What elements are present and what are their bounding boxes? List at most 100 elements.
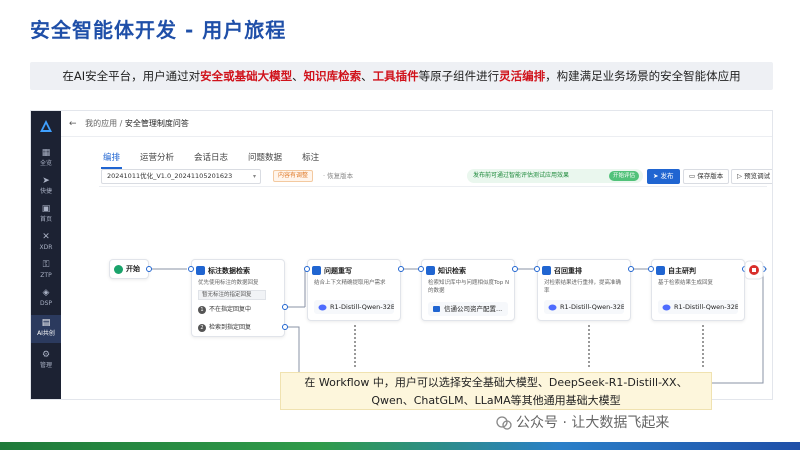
slide-subtitle: 在AI安全平台，用户通过对安全或基础大模型、知识库检索、工具插件等原子组件进行灵… — [30, 62, 773, 90]
chat-icon — [656, 266, 665, 275]
app-logo-icon — [40, 120, 52, 132]
workflow-canvas[interactable]: 开始 标注数据检索 优先使用标注的数据回复 暂无标注的指定回复 1 不在指定回复中… — [99, 193, 767, 397]
subtitle-highlight: 知识库检索 — [303, 69, 362, 83]
wechat-icon — [496, 416, 512, 430]
output-port[interactable] — [282, 304, 288, 310]
sidebar-item-label: XDR — [39, 244, 53, 251]
autonomous-judgment-node[interactable]: 自主研判 基于检索结果生成回复 R1-Distill-Qwen-32B — [651, 259, 745, 321]
lock-icon: ⚿ — [42, 260, 50, 270]
tab-orchestrate[interactable]: 编排 — [101, 149, 123, 169]
condition-row: 2 检索到指定回复 — [198, 322, 278, 334]
model-name: R1-Distill-Qwen-32B — [330, 303, 394, 311]
output-port[interactable] — [628, 266, 634, 272]
version-select[interactable]: 20241011优化_V1.0_20241105201623 ▾ — [101, 169, 261, 184]
save-version-label: 保存版本 — [697, 172, 724, 180]
whale-icon — [548, 304, 557, 311]
condition-label: 检索到指定回复 — [209, 324, 252, 331]
tab-issue-data[interactable]: 问题数据 — [246, 149, 284, 167]
sidebar-item-label: ZTP — [40, 272, 52, 279]
annotation-tag: 暂无标注的指定回复 — [198, 290, 266, 300]
sidebar-item-label: 管理 — [39, 362, 52, 369]
tab-annotation[interactable]: 标注 — [300, 149, 321, 167]
tab-session-log[interactable]: 会话日志 — [192, 149, 230, 167]
end-node[interactable] — [744, 260, 764, 280]
search-icon — [196, 266, 205, 275]
preview-debug-button[interactable]: ▷ 预览调试 — [731, 169, 772, 184]
sidebar-item-home[interactable]: ▣ 首页 — [31, 201, 61, 229]
status-badge: 内容有调整 — [273, 170, 314, 182]
node-title: 知识检索 — [438, 267, 466, 275]
evaluation-notice: 发布前可通过智能评估测试应用效果 开始评估 — [467, 169, 643, 183]
condition-row: 1 不在指定回复中 — [198, 304, 278, 316]
slide-title: 安全智能体开发 - 用户旅程 — [30, 18, 287, 42]
grid-icon: ▦ — [41, 148, 51, 158]
restore-version-link[interactable]: · 恢复版本 — [323, 169, 353, 183]
ai-icon: ▤ — [41, 318, 51, 328]
footer-bar — [0, 442, 800, 450]
node-desc: 优先使用标注的数据回复 — [198, 280, 259, 286]
knowledge-retrieval-node[interactable]: 知识检索 检索知识库中与问题相似度Top N的数据 信通公司资产配置... — [421, 259, 515, 321]
callout-line: 在 Workflow 中，用户可以选择安全基础大模型、DeepSeek-R1-D… — [304, 376, 688, 389]
sidebar-item-dsp[interactable]: ◈ DSP — [31, 285, 61, 313]
save-version-button[interactable]: ▭ 保存版本 — [683, 169, 730, 184]
sidebar-item-label: 首页 — [39, 216, 52, 223]
input-port[interactable] — [188, 266, 194, 272]
play-icon — [114, 265, 123, 274]
publish-label: 发布 — [660, 172, 674, 180]
database-icon — [433, 306, 440, 312]
recall-rerank-node[interactable]: 召回重排 对检索结果进行重排，提高准确率 R1-Distill-Qwen-32B — [537, 259, 631, 321]
subtitle-highlight: 工具插件 — [372, 69, 419, 83]
start-evaluation-button[interactable]: 开始评估 — [608, 171, 639, 181]
start-node[interactable]: 开始 — [109, 259, 149, 279]
sidebar-item-overview[interactable]: ▦ 全览 — [31, 145, 61, 173]
breadcrumb-root[interactable]: 我的应用 — [85, 119, 117, 128]
model-name: R1-Distill-Qwen-32B — [560, 303, 624, 311]
input-port[interactable] — [648, 266, 654, 272]
sidebar-item-ai[interactable]: ▤ AI共创 — [31, 315, 61, 343]
number-one-icon: 1 — [198, 305, 206, 314]
input-port[interactable] — [534, 266, 540, 272]
output-port[interactable] — [146, 266, 152, 272]
output-port[interactable] — [282, 324, 288, 330]
subtitle-text: 等原子组件进行 — [418, 69, 500, 83]
breadcrumb-current: 安全管理制度问答 — [124, 119, 189, 128]
tab-operations[interactable]: 运营分析 — [138, 149, 176, 167]
slide: 安全智能体开发 - 用户旅程 在AI安全平台，用户通过对安全或基础大模型、知识库… — [0, 0, 800, 450]
model-chip[interactable]: R1-Distill-Qwen-32B — [658, 300, 738, 314]
sidebar-item-shortcut[interactable]: ➤ 快捷 — [31, 173, 61, 201]
output-port[interactable] — [512, 266, 518, 272]
sidebar-item-xdr[interactable]: ✕ XDR — [31, 229, 61, 257]
breadcrumb-separator: / — [119, 119, 123, 128]
model-chip[interactable]: R1-Distill-Qwen-32B — [544, 300, 624, 314]
sidebar: ▦ 全览 ➤ 快捷 ▣ 首页 ✕ XDR ⚿ ZTP ◈ DSP ▤ AI共创 ⚙ 管理 — [31, 111, 61, 399]
model-chip[interactable]: R1-Distill-Qwen-32B — [314, 300, 394, 314]
input-port[interactable] — [304, 266, 310, 272]
x-icon: ✕ — [42, 232, 50, 242]
tab-bar: 编排 运营分析 会话日志 问题数据 标注 — [101, 145, 337, 169]
node-desc: 基于检索结果生成回复 — [658, 280, 714, 286]
output-port[interactable] — [398, 266, 404, 272]
condition-label: 不在指定回复中 — [209, 306, 252, 313]
watermark-text: 公众号 · 让大数据飞起来 — [516, 415, 670, 431]
notice-text: 发布前可通过智能评估测试应用效果 — [473, 172, 570, 179]
input-port[interactable] — [418, 266, 424, 272]
sidebar-item-manage[interactable]: ⚙ 管理 — [31, 347, 61, 375]
back-arrow-icon[interactable]: ← — [69, 119, 77, 129]
sidebar-item-label: DSP — [39, 300, 53, 307]
callout-box: 在 Workflow 中，用户可以选择安全基础大模型、DeepSeek-R1-D… — [280, 372, 712, 410]
sidebar-item-label: AI共创 — [37, 330, 55, 337]
publish-button[interactable]: ➤ 发布 — [647, 169, 680, 184]
knowledge-source-chip[interactable]: 信通公司资产配置... — [428, 302, 508, 316]
send-icon: ➤ — [42, 176, 50, 186]
node-desc: 对检索结果进行重排，提高准确率 — [544, 280, 622, 294]
save-icon: ▭ — [689, 172, 698, 180]
toolbar: 20241011优化_V1.0_20241105201623 ▾ 内容有调整 · … — [99, 169, 772, 187]
node-title: 召回重排 — [554, 267, 582, 275]
node-title: 自主研判 — [668, 267, 696, 275]
model-name: R1-Distill-Qwen-32B — [674, 303, 738, 311]
question-rewrite-node[interactable]: 问题重写 结合上下文精确提取用户需求 R1-Distill-Qwen-32B — [307, 259, 401, 321]
subtitle-highlight: 灵活编排 — [499, 69, 546, 83]
sidebar-item-ztp[interactable]: ⚿ ZTP — [31, 257, 61, 285]
annotation-retrieval-node[interactable]: 标注数据检索 优先使用标注的数据回复 暂无标注的指定回复 1 不在指定回复中 2检… — [191, 259, 285, 337]
node-desc: 结合上下文精确提取用户需求 — [314, 280, 386, 286]
